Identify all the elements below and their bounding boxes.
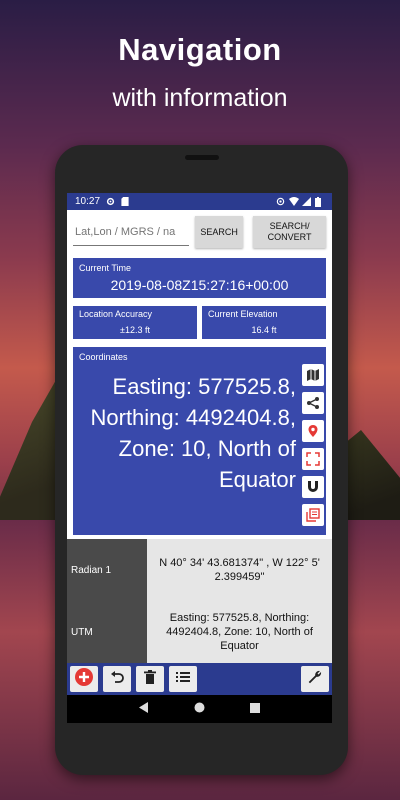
- promo-title: Navigation: [118, 32, 282, 67]
- delete-icon: [144, 669, 156, 689]
- status-bar: 10:27: [67, 193, 332, 210]
- search-row: SEARCH SEARCH/ CONVERT: [67, 210, 332, 252]
- coordinates-card: Coordinates Easting: 577525.8, Northing:…: [73, 347, 326, 535]
- coordinates-tools: [302, 364, 324, 526]
- delete-button[interactable]: [136, 666, 164, 692]
- status-time: 10:27: [75, 196, 101, 207]
- list-button[interactable]: [169, 666, 197, 692]
- magnet-icon[interactable]: [302, 476, 324, 498]
- current-elevation-card: Current Elevation 16.4 ft: [202, 306, 326, 339]
- coordinates-value: Easting: 577525.8, Northing: 4492404.8, …: [90, 374, 297, 492]
- current-time-label: Current Time: [79, 263, 132, 273]
- wifi-icon: [289, 197, 299, 206]
- sd-card-icon: [121, 197, 130, 206]
- android-nav-bar: [67, 695, 332, 723]
- wrench-icon: [307, 669, 323, 690]
- map-icon[interactable]: [302, 364, 324, 386]
- undo-button[interactable]: [103, 666, 131, 692]
- current-elevation-value: 16.4 ft: [251, 325, 277, 335]
- fullscreen-icon[interactable]: [302, 448, 324, 470]
- settings-button[interactable]: [301, 666, 329, 692]
- copy-icon[interactable]: [302, 504, 324, 526]
- current-time-card: Current Time 2019-08-08Z15:27:16+00:00: [73, 258, 326, 298]
- table-row[interactable]: Radian 1 N 40° 34' 43.681374" , W 122° 5…: [67, 539, 332, 601]
- add-button[interactable]: [70, 666, 98, 692]
- result-key: UTM: [67, 601, 147, 663]
- results-table: Radian 1 N 40° 34' 43.681374" , W 122° 5…: [67, 539, 332, 663]
- back-icon[interactable]: [139, 700, 149, 718]
- battery-icon: [315, 197, 324, 207]
- phone-screen: 10:27 SEARCH SEARCH/ CONVERT: [67, 193, 332, 723]
- search-button[interactable]: SEARCH: [195, 216, 244, 248]
- list-icon: [176, 670, 190, 688]
- coordinates-label: Coordinates: [79, 352, 128, 362]
- undo-icon: [110, 670, 124, 689]
- gear-icon: [106, 197, 115, 206]
- search-input[interactable]: [73, 218, 189, 246]
- share-icon[interactable]: [302, 392, 324, 414]
- add-icon: [74, 667, 94, 692]
- signal-icon: [302, 197, 311, 206]
- result-value: Easting: 577525.8, Northing: 4492404.8, …: [147, 601, 332, 663]
- result-key: Radian 1: [67, 539, 147, 601]
- table-row[interactable]: UTM Easting: 577525.8, Northing: 4492404…: [67, 601, 332, 663]
- location-accuracy-label: Location Accuracy: [79, 309, 153, 319]
- result-value: N 40° 34' 43.681374" , W 122° 5' 2.39945…: [147, 539, 332, 601]
- search-convert-button[interactable]: SEARCH/ CONVERT: [253, 216, 326, 248]
- promo-subtitle: with information: [112, 84, 288, 112]
- bottom-toolbar: [67, 663, 332, 695]
- phone-speaker: [185, 155, 219, 160]
- current-time-value: 2019-08-08Z15:27:16+00:00: [110, 277, 289, 293]
- map-pin-icon[interactable]: [302, 420, 324, 442]
- location-icon: [276, 197, 285, 206]
- recents-icon[interactable]: [249, 700, 260, 718]
- location-accuracy-value: ±12.3 ft: [120, 325, 150, 335]
- location-accuracy-card: Location Accuracy ±12.3 ft: [73, 306, 197, 339]
- home-icon[interactable]: [194, 700, 205, 718]
- current-elevation-label: Current Elevation: [208, 309, 278, 319]
